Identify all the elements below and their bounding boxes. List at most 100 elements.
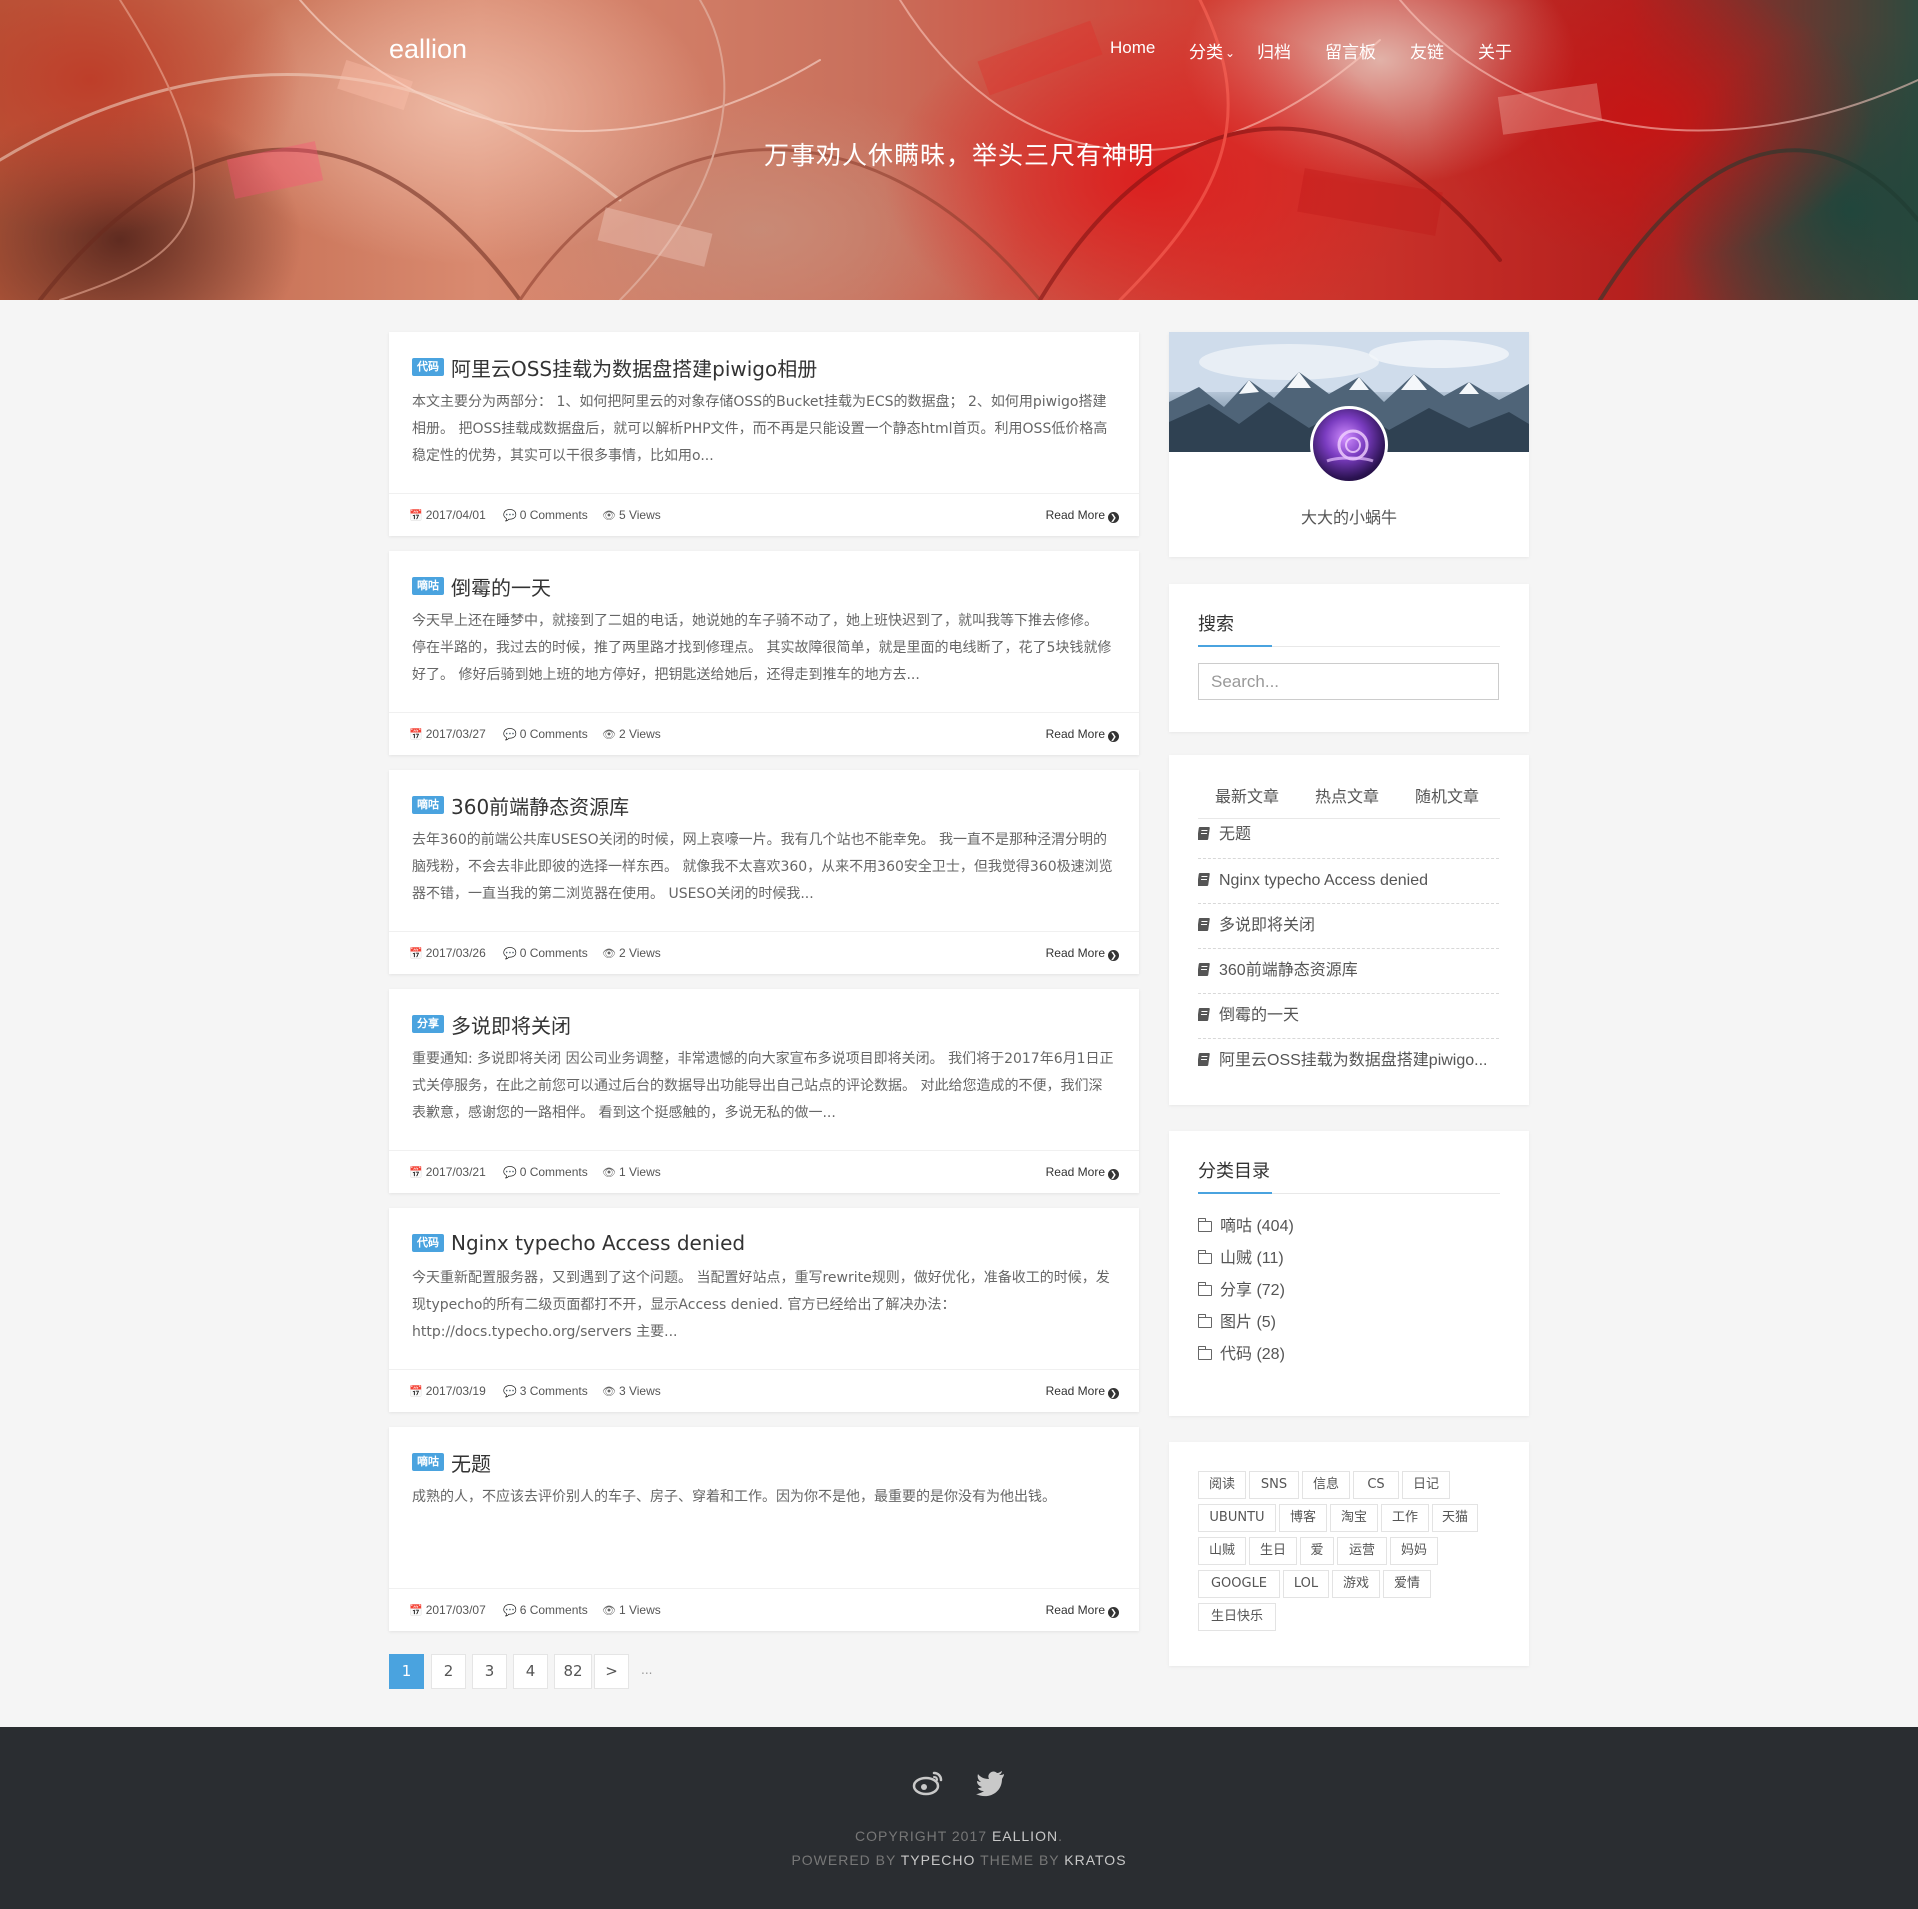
read-more-link[interactable]: Read More ❯ bbox=[1046, 508, 1119, 523]
tag[interactable]: 天猫 bbox=[1432, 1504, 1478, 1532]
tag[interactable]: 运营 bbox=[1337, 1537, 1387, 1565]
post-comments[interactable]: 💬 3 Comments bbox=[503, 1384, 588, 1398]
post-category-badge[interactable]: 代码 bbox=[412, 358, 444, 376]
post-excerpt: 重要通知: 多说即将关闭 因公司业务调整，非常遗憾的向大家宣布多说项目即将关闭。… bbox=[412, 1051, 1114, 1121]
page-button[interactable]: 82 bbox=[554, 1654, 592, 1689]
comment-icon: 💬 bbox=[503, 510, 517, 522]
post-category-badge[interactable]: 嘀咕 bbox=[412, 1453, 444, 1471]
post-date: 📅 2017/04/01 bbox=[409, 508, 486, 522]
nav-guestbook[interactable]: 留言板 bbox=[1325, 38, 1376, 63]
list-item[interactable]: 无题 bbox=[1198, 813, 1499, 858]
avatar[interactable] bbox=[1310, 406, 1388, 484]
category-item[interactable]: 嘀咕 (404) bbox=[1197, 1217, 1499, 1249]
post-category-badge[interactable]: 嘀咕 bbox=[412, 796, 444, 814]
tag[interactable]: 山贼 bbox=[1198, 1537, 1246, 1565]
eye-icon: 👁 bbox=[602, 729, 616, 741]
post-comments[interactable]: 💬 6 Comments bbox=[503, 1603, 588, 1617]
tag[interactable]: 日记 bbox=[1402, 1471, 1450, 1499]
main-nav: Home 分类 ⌄ 归档 留言板 友链 关于 bbox=[0, 38, 1918, 62]
post-category-badge[interactable]: 代码 bbox=[412, 1234, 444, 1252]
read-more-link[interactable]: Read More ❯ bbox=[1046, 1384, 1119, 1399]
post-title[interactable]: 多说即将关闭 bbox=[451, 1010, 571, 1039]
tag[interactable]: SNS bbox=[1249, 1471, 1299, 1499]
tag[interactable]: 工作 bbox=[1381, 1504, 1429, 1532]
tag[interactable]: CS bbox=[1353, 1471, 1399, 1499]
read-more-link[interactable]: Read More ❯ bbox=[1046, 946, 1119, 961]
nav-categories[interactable]: 分类 ⌄ bbox=[1189, 38, 1235, 63]
chevron-down-icon: ⌄ bbox=[1225, 46, 1236, 60]
tag[interactable]: 淘宝 bbox=[1330, 1504, 1378, 1532]
list-item[interactable]: Nginx typecho Access denied bbox=[1198, 858, 1499, 903]
post-category-badge[interactable]: 分享 bbox=[412, 1015, 444, 1033]
twitter-icon[interactable] bbox=[975, 1767, 1007, 1797]
list-item[interactable]: 多说即将关闭 bbox=[1198, 903, 1499, 948]
page-button[interactable]: 2 bbox=[431, 1654, 466, 1689]
read-more-link[interactable]: Read More ❯ bbox=[1046, 1165, 1119, 1180]
page-button[interactable]: 3 bbox=[472, 1654, 507, 1689]
calendar-icon: 📅 bbox=[409, 1605, 423, 1617]
nav-home[interactable]: Home bbox=[1110, 38, 1155, 58]
tab-random-posts[interactable]: 随机文章 bbox=[1415, 783, 1479, 807]
list-item[interactable]: 倒霉的一天 bbox=[1198, 993, 1499, 1038]
post-title[interactable]: 倒霉的一天 bbox=[451, 572, 551, 601]
post-comments[interactable]: 💬 0 Comments bbox=[503, 727, 588, 741]
tag[interactable]: LOL bbox=[1283, 1570, 1329, 1598]
powered-by-line: POWERED BY TYPECHO THEME BY KRATOS bbox=[791, 1852, 1127, 1868]
tag[interactable]: 博客 bbox=[1279, 1504, 1327, 1532]
tag[interactable]: 生日 bbox=[1249, 1537, 1297, 1565]
hero-banner: eallion Home 分类 ⌄ 归档 留言板 友链 关于 万事劝人休瞒昧，举头… bbox=[0, 0, 1918, 300]
tag[interactable]: GOOGLE bbox=[1198, 1570, 1280, 1598]
book-icon bbox=[1198, 963, 1210, 976]
tag[interactable]: 生日快乐 bbox=[1198, 1603, 1276, 1631]
list-item[interactable]: 360前端静态资源库 bbox=[1198, 948, 1499, 993]
tag[interactable]: 游戏 bbox=[1332, 1570, 1380, 1598]
read-more-link[interactable]: Read More ❯ bbox=[1046, 1603, 1119, 1618]
copyright-owner[interactable]: EALLION bbox=[992, 1828, 1058, 1844]
divider-accent bbox=[1198, 1192, 1272, 1194]
tag[interactable]: 爱 bbox=[1300, 1537, 1334, 1565]
tab-latest-posts[interactable]: 最新文章 bbox=[1215, 783, 1279, 807]
tag[interactable]: 爱情 bbox=[1383, 1570, 1431, 1598]
posts-tab-list: 无题 Nginx typecho Access denied 多说即将关闭 36… bbox=[1198, 813, 1499, 1083]
comment-icon: 💬 bbox=[503, 729, 517, 741]
post-title[interactable]: Nginx typecho Access denied bbox=[451, 1231, 745, 1255]
post-title[interactable]: 360前端静态资源库 bbox=[451, 791, 629, 820]
post-title[interactable]: 无题 bbox=[451, 1448, 491, 1477]
post-meta: 📅 2017/03/19 💬 3 Comments 👁 3 Views Read Mo… bbox=[389, 1369, 1139, 1412]
category-item[interactable]: 山贼 (11) bbox=[1197, 1249, 1499, 1281]
next-page-button[interactable]: > bbox=[594, 1654, 629, 1689]
categories-widget-title: 分类目录 bbox=[1198, 1161, 1270, 1182]
chevron-right-icon: ❯ bbox=[1108, 950, 1119, 961]
post-title[interactable]: 阿里云OSS挂载为数据盘搭建piwigo相册 bbox=[451, 353, 817, 382]
post-comments[interactable]: 💬 0 Comments bbox=[503, 1165, 588, 1179]
category-item[interactable]: 分享 (72) bbox=[1197, 1281, 1499, 1313]
post-comments[interactable]: 💬 0 Comments bbox=[503, 946, 588, 960]
tag[interactable]: 阅读 bbox=[1198, 1471, 1246, 1499]
book-icon bbox=[1198, 873, 1210, 886]
nav-categories-label: 分类 bbox=[1189, 43, 1223, 62]
chevron-right-icon: ❯ bbox=[1108, 512, 1119, 523]
category-item[interactable]: 图片 (5) bbox=[1197, 1313, 1499, 1345]
page-button-current[interactable]: 1 bbox=[389, 1654, 424, 1689]
post-views: 👁 2 Views bbox=[602, 946, 661, 960]
post-excerpt: 今天重新配置服务器，又到遇到了这个问题。 当配置好站点，重写rewrite规则，… bbox=[412, 1270, 1110, 1340]
post-excerpt: 成熟的人，不应该去评价别人的车子、房子、穿着和工作。因为你不是他，最重要的是你没… bbox=[412, 1489, 1056, 1505]
post-category-badge[interactable]: 嘀咕 bbox=[412, 577, 444, 595]
page-button[interactable]: 4 bbox=[513, 1654, 548, 1689]
tag[interactable]: 信息 bbox=[1302, 1471, 1350, 1499]
read-more-link[interactable]: Read More ❯ bbox=[1046, 727, 1119, 742]
search-input[interactable] bbox=[1198, 663, 1499, 700]
list-item[interactable]: 阿里云OSS挂载为数据盘搭建piwigo... bbox=[1198, 1038, 1499, 1083]
tag[interactable]: UBUNTU bbox=[1198, 1504, 1276, 1532]
nav-archive[interactable]: 归档 bbox=[1257, 38, 1291, 63]
nav-about[interactable]: 关于 bbox=[1478, 38, 1512, 63]
weibo-icon[interactable] bbox=[912, 1767, 944, 1797]
kratos-link[interactable]: KRATOS bbox=[1064, 1852, 1126, 1868]
nav-links[interactable]: 友链 bbox=[1410, 38, 1444, 63]
tab-hot-posts[interactable]: 热点文章 bbox=[1315, 783, 1379, 807]
category-item[interactable]: 代码 (28) bbox=[1197, 1345, 1499, 1377]
tag[interactable]: 妈妈 bbox=[1390, 1537, 1438, 1565]
chevron-right-icon: ❯ bbox=[1108, 731, 1119, 742]
typecho-link[interactable]: TYPECHO bbox=[901, 1852, 976, 1868]
post-comments[interactable]: 💬 0 Comments bbox=[503, 508, 588, 522]
